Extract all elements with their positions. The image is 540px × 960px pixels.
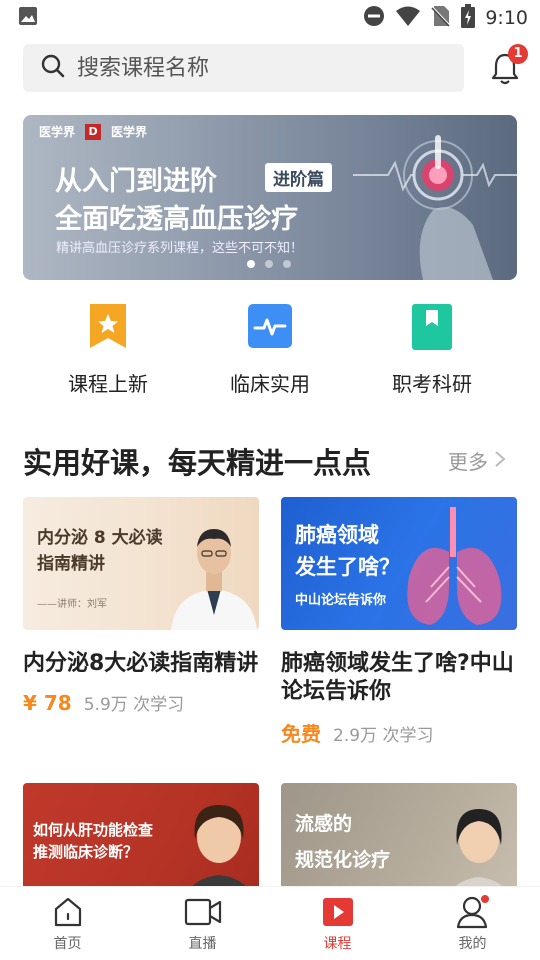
thumbnail-title: 流感的 [295, 813, 353, 835]
course-thumbnail[interactable]: 内分泌 8 大必读 指南精讲 ——讲师：刘军 [23, 497, 259, 630]
thumbnail-title: 肺癌领域 [295, 523, 379, 547]
no-sim-icon [431, 5, 452, 31]
search-input[interactable] [77, 55, 417, 81]
status-bar: 9:10 [0, 0, 540, 36]
bottom-nav: 首页 直播 课程 我的 [0, 886, 540, 960]
brand-logo-mark: D [85, 123, 102, 140]
category-new-courses[interactable]: 课程上新 [38, 298, 178, 397]
banner-tag: 进阶篇 [265, 163, 332, 192]
thumbnail-title: 规范化诊疗 [295, 849, 391, 871]
thumbnail-lecturer: ——讲师：刘军 [37, 599, 107, 610]
carousel-dot-active[interactable] [247, 260, 255, 268]
course-meta: 免费 2.9万 次学习 [281, 718, 517, 747]
course-card[interactable]: 肺癌领域 发生了啥？ 中山论坛告诉你 肺癌领域发生了啥?中山论坛告诉你 免费 2… [281, 497, 517, 747]
nav-live[interactable]: 直播 [135, 887, 270, 960]
category-label: 职考科研 [392, 372, 472, 396]
user-icon [405, 895, 540, 929]
course-meta: ¥ 78 5.9万 次学习 [23, 690, 259, 715]
brand-logo-secondary: 医学界 [111, 125, 148, 139]
course-price: 免费 [281, 722, 321, 746]
search-row: 1 [0, 44, 540, 92]
bookmark-icon [410, 302, 454, 350]
status-time: 9:10 [485, 7, 528, 29]
nav-profile[interactable]: 我的 [405, 887, 540, 960]
category-label: 课程上新 [68, 372, 148, 396]
battery-charging-icon [461, 4, 476, 32]
nav-home[interactable]: 首页 [0, 887, 135, 960]
pulse-icon [248, 302, 292, 350]
stethoscope-illustration [353, 135, 517, 280]
thumbnail-title: 如何从肝功能检查 [33, 821, 154, 839]
course-price: ¥ 78 [23, 691, 72, 715]
video-camera-icon [135, 895, 270, 929]
notification-badge: 1 [508, 44, 528, 64]
course-title[interactable]: 内分泌8大必读指南精讲 [23, 650, 259, 678]
promo-banner[interactable]: 医学界 D 医学界 从入门到进阶 进阶篇 全面吃透高血压诊疗 精讲高血压诊疗系列… [23, 115, 517, 280]
category-label: 临床实用 [230, 372, 310, 396]
thumbnail-title: 指南精讲 [37, 554, 105, 574]
carousel-dot[interactable] [265, 260, 273, 268]
nav-label: 我的 [458, 936, 487, 952]
star-bookmark-icon [86, 302, 130, 350]
carousel-indicator [247, 260, 291, 268]
banner-logos: 医学界 D 医学界 [39, 123, 147, 140]
thumbnail-title: 发生了啥？ [295, 555, 400, 579]
section-title: 实用好课，每天精进一点点 [23, 446, 372, 480]
lecturer-portrait [171, 529, 257, 630]
course-learners: 2.9万 次学习 [333, 726, 434, 746]
course-learners: 5.9万 次学习 [83, 695, 185, 715]
course-title[interactable]: 肺癌领域发生了啥?中山论坛告诉你 [281, 650, 517, 706]
search-box[interactable] [23, 44, 464, 92]
lung-illustration [407, 507, 502, 625]
wifi-icon [395, 5, 421, 31]
thumbnail-title: 内分泌 8 大必读 [37, 528, 163, 548]
category-clinical[interactable]: 临床实用 [200, 298, 340, 397]
more-link[interactable]: 更多 [448, 446, 506, 475]
home-icon [0, 895, 135, 929]
nav-label: 首页 [53, 936, 82, 952]
play-course-icon [270, 895, 405, 929]
category-exam-research[interactable]: 职考科研 [362, 298, 502, 397]
image-notification-icon [18, 6, 38, 30]
brand-logo: 医学界 [39, 125, 76, 139]
nav-label: 直播 [188, 936, 217, 952]
search-icon [41, 54, 65, 82]
course-thumbnail[interactable]: 肺癌领域 发生了啥？ 中山论坛告诉你 [281, 497, 517, 630]
nav-label: 课程 [323, 936, 352, 952]
banner-title-line2: 全面吃透高血压诊疗 [55, 204, 298, 235]
thumbnail-subtitle: 中山论坛告诉你 [295, 593, 387, 608]
banner-title-line1: 从入门到进阶 [55, 166, 217, 197]
thumbnail-title: 推测临床诊断？ [33, 843, 139, 861]
course-card[interactable]: 内分泌 8 大必读 指南精讲 ——讲师：刘军 内分泌8大必读指南精讲 ¥ 78 … [23, 497, 259, 715]
banner-subtitle: 精讲高血压诊疗系列课程，这些不可不知！ [56, 241, 304, 256]
do-not-disturb-icon [363, 5, 385, 31]
chevron-right-icon [494, 449, 506, 473]
carousel-dot[interactable] [283, 260, 291, 268]
nav-courses[interactable]: 课程 [270, 887, 405, 960]
more-label: 更多 [448, 450, 488, 474]
